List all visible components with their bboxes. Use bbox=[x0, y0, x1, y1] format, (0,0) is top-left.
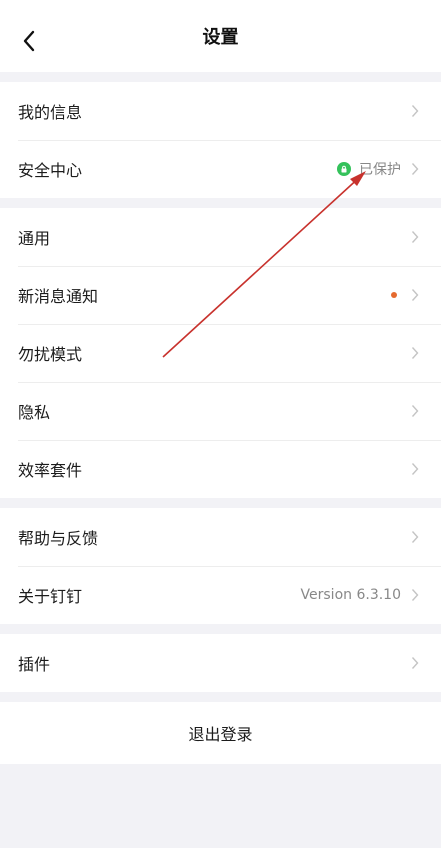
settings-group-about: 帮助与反馈 关于钉钉 Version 6.3.10 bbox=[0, 508, 441, 624]
menu-item-label: 插件 bbox=[18, 655, 51, 674]
chevron-right-icon bbox=[409, 403, 421, 419]
menu-item-label: 通用 bbox=[18, 229, 51, 248]
menu-item-general[interactable]: 通用 bbox=[0, 208, 441, 266]
chevron-right-icon bbox=[409, 461, 421, 477]
chevron-right-icon bbox=[409, 587, 421, 603]
menu-item-label: 帮助与反馈 bbox=[18, 529, 99, 548]
menu-item-my-info[interactable]: 我的信息 bbox=[0, 82, 441, 140]
section-gap bbox=[0, 624, 441, 634]
chevron-right-icon bbox=[409, 655, 421, 671]
chevron-right-icon bbox=[409, 229, 421, 245]
menu-item-label: 新消息通知 bbox=[18, 287, 99, 306]
menu-item-label: 隐私 bbox=[18, 403, 51, 422]
page-title: 设置 bbox=[202, 27, 239, 48]
section-gap bbox=[0, 72, 441, 82]
menu-item-efficiency-suite[interactable]: 效率套件 bbox=[0, 440, 441, 498]
nav-bar: 设置 bbox=[0, 0, 441, 72]
menu-item-label: 关于钉钉 bbox=[18, 587, 83, 606]
settings-group-general: 通用 新消息通知 勿扰模式 隐私 效率套件 bbox=[0, 208, 441, 498]
menu-item-plugins[interactable]: 插件 bbox=[0, 634, 441, 692]
section-gap bbox=[0, 692, 441, 702]
menu-item-do-not-disturb[interactable]: 勿扰模式 bbox=[0, 324, 441, 382]
menu-item-label: 我的信息 bbox=[18, 103, 83, 122]
settings-group-plugins: 插件 bbox=[0, 634, 441, 692]
logout-button[interactable]: 退出登录 bbox=[0, 702, 441, 764]
menu-item-label: 效率套件 bbox=[18, 461, 83, 480]
security-status-text: 已保护 bbox=[359, 162, 401, 178]
back-button[interactable] bbox=[14, 26, 44, 56]
menu-item-label: 勿扰模式 bbox=[18, 345, 83, 364]
menu-item-new-message-notification[interactable]: 新消息通知 bbox=[0, 266, 441, 324]
chevron-right-icon bbox=[409, 345, 421, 361]
chevron-right-icon bbox=[409, 161, 421, 177]
chevron-right-icon bbox=[409, 103, 421, 119]
version-text: Version 6.3.10 bbox=[300, 587, 401, 603]
settings-group-account: 我的信息 安全中心 已保护 bbox=[0, 82, 441, 198]
section-gap bbox=[0, 498, 441, 508]
menu-item-security-center[interactable]: 安全中心 已保护 bbox=[0, 140, 441, 198]
chevron-right-icon bbox=[409, 287, 421, 303]
lock-icon bbox=[337, 162, 351, 176]
menu-item-about-dingtalk[interactable]: 关于钉钉 Version 6.3.10 bbox=[0, 566, 441, 624]
section-gap bbox=[0, 198, 441, 208]
settings-screen: 设置 我的信息 安全中心 已保护 通用 新消息通知 勿扰模式 隐私 效率套件 帮… bbox=[0, 0, 441, 848]
menu-item-label: 安全中心 bbox=[18, 161, 83, 180]
menu-item-help-feedback[interactable]: 帮助与反馈 bbox=[0, 508, 441, 566]
chevron-right-icon bbox=[409, 529, 421, 545]
back-arrow-icon bbox=[23, 30, 35, 52]
notification-dot bbox=[391, 292, 397, 298]
menu-item-privacy[interactable]: 隐私 bbox=[0, 382, 441, 440]
